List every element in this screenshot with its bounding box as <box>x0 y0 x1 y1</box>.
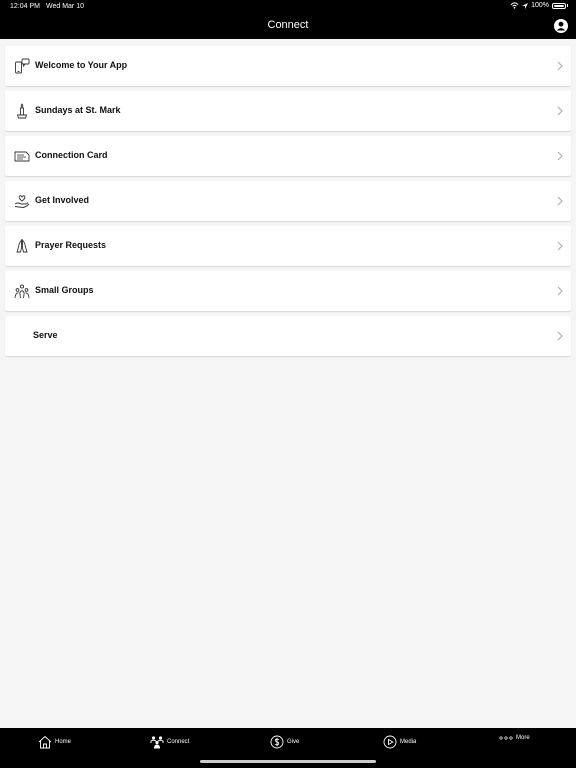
tab-media[interactable]: Media <box>383 735 416 749</box>
battery-percent: 100% <box>531 2 549 9</box>
list-item-label: Prayer Requests <box>35 240 107 250</box>
chevron-right-icon <box>557 61 563 71</box>
chevron-right-icon <box>557 241 563 251</box>
list-item-small-groups[interactable]: Small Groups <box>5 271 571 311</box>
phone-chat-icon <box>15 58 30 74</box>
tab-connect-label: Connect <box>167 739 190 745</box>
page-title: Connect <box>267 19 309 31</box>
list-item-label: Connection Card <box>35 150 108 160</box>
chevron-right-icon <box>557 106 563 116</box>
chevron-right-icon <box>557 151 563 161</box>
battery-icon <box>552 2 566 9</box>
chevron-right-icon <box>557 331 563 341</box>
chevron-right-icon <box>557 286 563 296</box>
list-item-prayer-requests[interactable]: Prayer Requests <box>5 226 571 266</box>
group-icon <box>14 284 30 299</box>
list-item-label: Small Groups <box>35 285 94 295</box>
battery-tip <box>567 4 568 7</box>
praying-hands-icon <box>16 238 28 253</box>
play-icon <box>383 735 397 749</box>
hand-heart-icon <box>14 195 30 208</box>
home-indicator <box>200 760 376 763</box>
list-item-label: Welcome to Your App <box>35 60 128 70</box>
tab-more[interactable]: More <box>499 735 530 741</box>
tab-give-label: Give <box>287 739 300 745</box>
list-item-get-involved[interactable]: Get Involved <box>5 181 571 221</box>
profile-icon[interactable] <box>554 19 568 33</box>
list-item-sundays[interactable]: Sundays at St. Mark <box>5 91 571 131</box>
list-item-label: Sundays at St. Mark <box>35 105 121 115</box>
connect-list: Welcome to Your App Sundays at St. Mark … <box>5 46 571 361</box>
tab-home[interactable]: Home <box>38 735 71 749</box>
wifi-icon <box>510 2 519 9</box>
list-item-connection-card[interactable]: Connection Card <box>5 136 571 176</box>
dollar-icon <box>270 735 284 749</box>
candle-icon <box>16 103 28 119</box>
tab-more-label: More <box>516 735 530 741</box>
tab-media-label: Media <box>400 739 417 745</box>
status-date: Wed Mar 10 <box>46 3 84 10</box>
list-item-label: Serve <box>33 330 58 340</box>
tab-give[interactable]: Give <box>270 735 299 749</box>
card-icon <box>14 151 30 162</box>
chevron-right-icon <box>557 196 563 206</box>
status-right: 100% <box>510 2 568 9</box>
tab-home-label: Home <box>55 739 72 745</box>
home-icon <box>38 735 52 749</box>
more-dots-icon <box>499 736 513 740</box>
list-item-welcome[interactable]: Welcome to Your App <box>5 46 571 86</box>
connect-group-icon <box>150 736 164 749</box>
status-bar: 12:04 PM Wed Mar 10 100% <box>0 0 576 14</box>
nav-bar: Connect <box>0 14 576 39</box>
tab-connect[interactable]: Connect <box>150 735 189 749</box>
list-item-label: Get Involved <box>35 195 90 205</box>
location-icon <box>522 2 529 9</box>
list-item-serve[interactable]: Serve <box>5 316 571 356</box>
status-time: 12:04 PM <box>10 3 40 10</box>
